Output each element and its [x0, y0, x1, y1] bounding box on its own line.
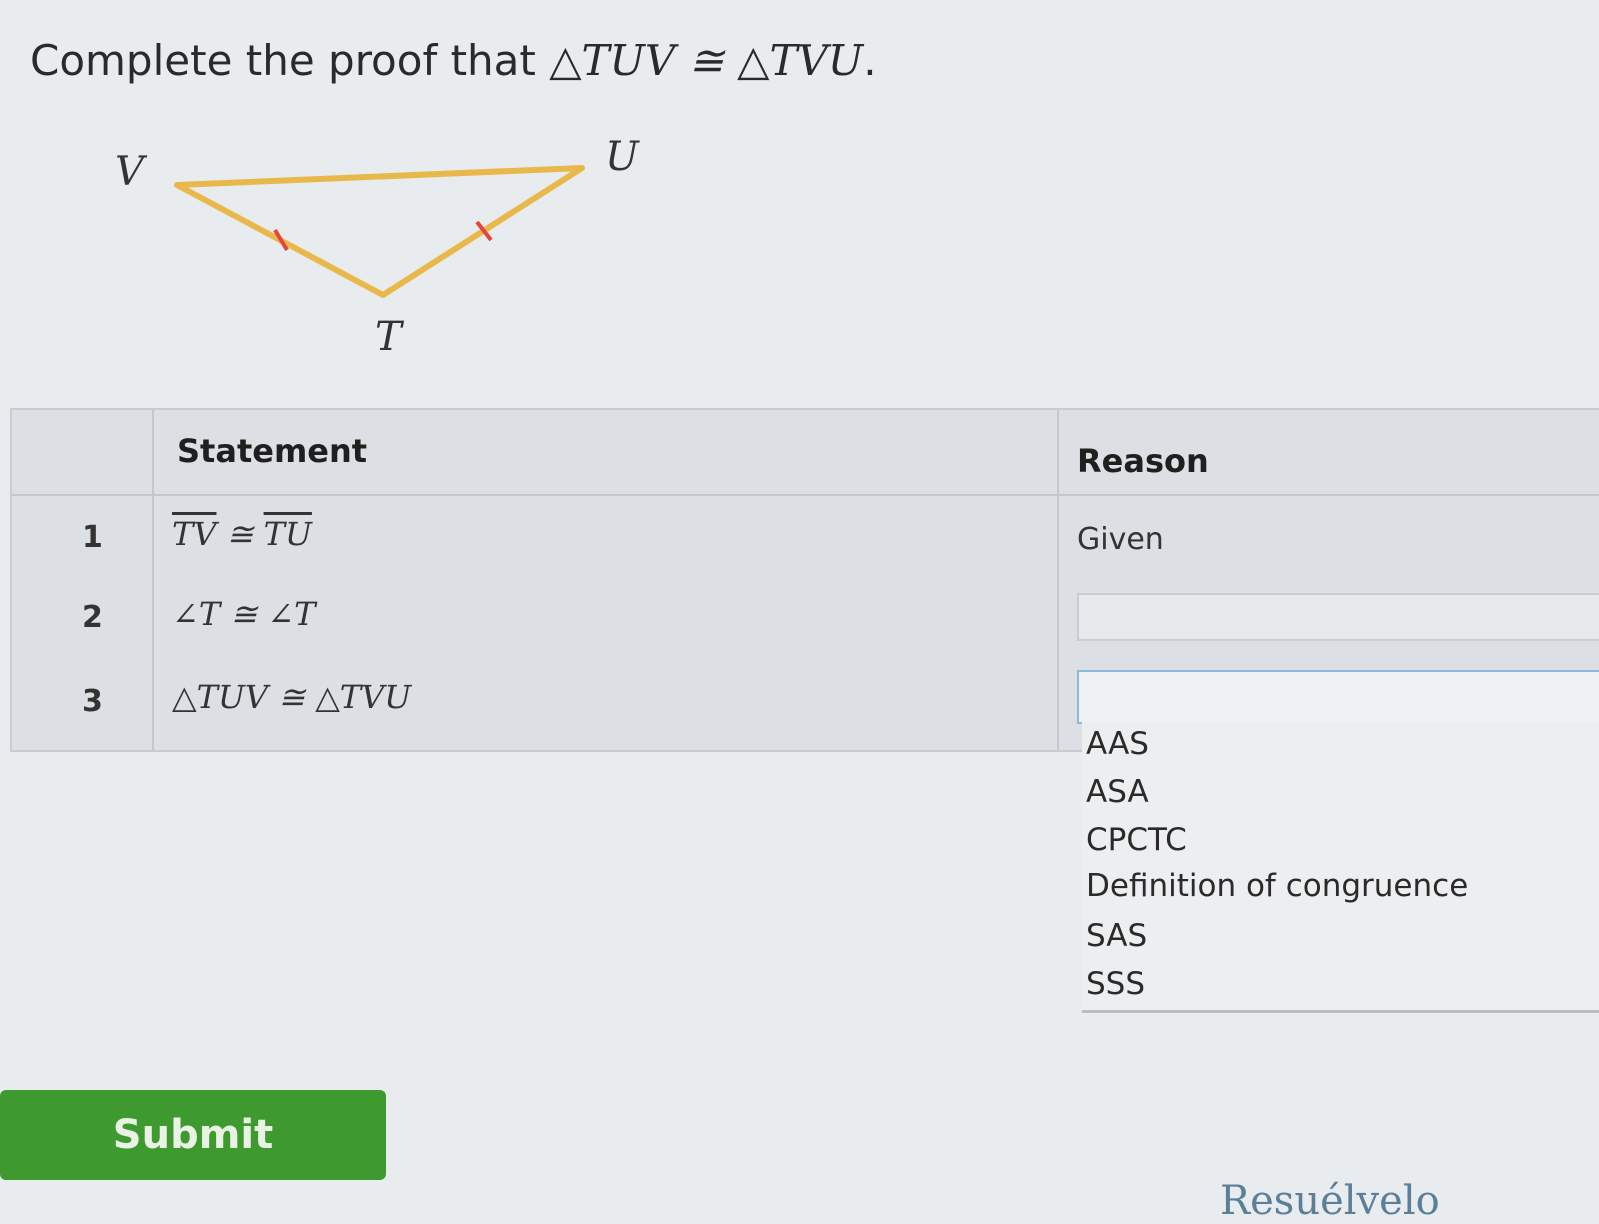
vertex-label-v: V [115, 149, 148, 195]
vertex-label-u: U [605, 134, 640, 180]
row-3-statement: △TUV ≅ △TVU [172, 678, 412, 716]
question-prompt: Complete the proof that △TUV ≅ △TVU. [30, 36, 877, 85]
submit-button[interactable]: Submit [0, 1090, 386, 1180]
header-reason: Reason [1077, 442, 1209, 480]
triangle-shape [174, 165, 585, 298]
dropdown-option-cpctc[interactable]: CPCTC [1086, 822, 1187, 858]
dropdown-option-sss[interactable]: SSS [1086, 966, 1145, 1000]
triangle-figure: V U T [95, 130, 675, 370]
resuelvelo-link[interactable]: Resuélvelo [1220, 1178, 1440, 1224]
row-1-statement: TV ≅ TU [172, 515, 312, 553]
column-divider-number [152, 410, 154, 750]
dropdown-option-sas[interactable]: SAS [1086, 918, 1147, 954]
row-2-statement: ∠T ≅ ∠T [172, 595, 316, 633]
row-3-reason-select[interactable] [1077, 670, 1599, 724]
reason-dropdown-list: AAS ASA CPCTC Definition of congruence S… [1082, 722, 1599, 1013]
segment-tv: TV [172, 515, 217, 553]
column-divider-reason [1057, 410, 1059, 750]
congruent-symbol: ≅ [216, 515, 264, 553]
question-prefix: Complete the proof that [30, 36, 550, 85]
dropdown-option-asa[interactable]: ASA [1086, 774, 1149, 810]
triangle-svg: V U T [115, 134, 640, 360]
dropdown-option-aas[interactable]: AAS [1086, 726, 1149, 762]
row-3-number: 3 [82, 684, 103, 719]
question-math: △TUV ≅ △TVU [549, 36, 864, 85]
row-2-number: 2 [82, 600, 103, 635]
proof-table: Statement Reason 1 TV ≅ TU Given 2 ∠T ≅ … [10, 408, 1599, 752]
row-1-number: 1 [82, 520, 103, 555]
row-2-reason-select[interactable] [1077, 593, 1599, 641]
row-1-reason: Given [1077, 522, 1164, 557]
question-suffix: . [863, 36, 877, 85]
segment-tu: TU [263, 515, 312, 553]
dropdown-option-definition-of-congruence[interactable]: Definition of congruence [1086, 868, 1468, 904]
vertex-label-t: T [375, 314, 405, 360]
header-statement: Statement [177, 432, 368, 470]
header-divider [12, 494, 1599, 496]
